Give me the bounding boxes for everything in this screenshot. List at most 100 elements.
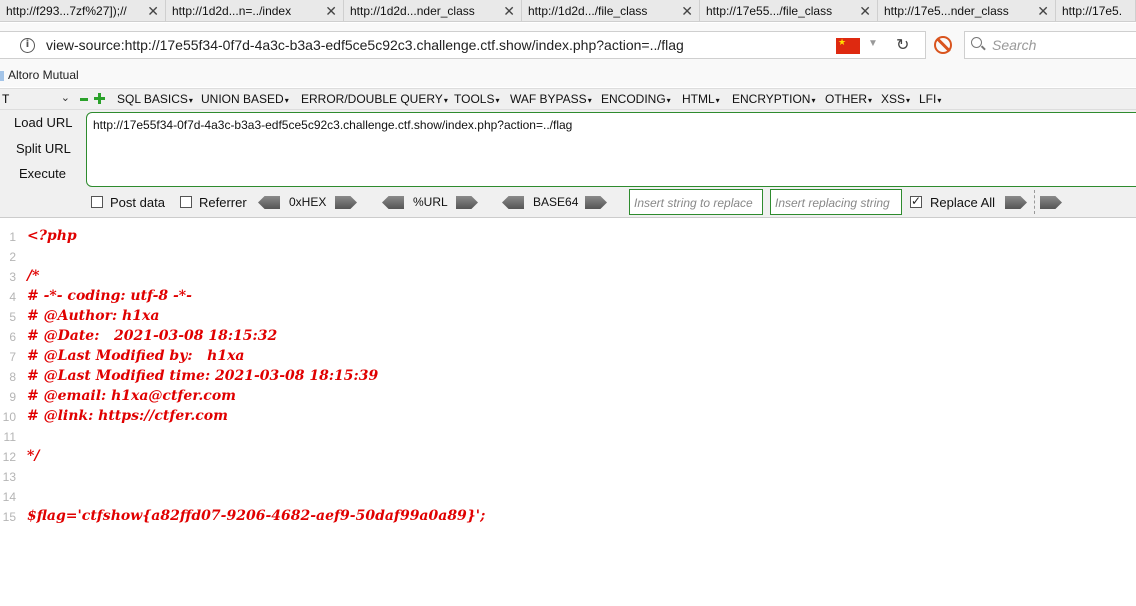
line-number: 4 bbox=[9, 290, 16, 304]
source-line: 7 # @Last Modified by: h1xa bbox=[0, 348, 1136, 368]
source-code: # @link: https://ctfer.com bbox=[27, 408, 228, 424]
china-flag-icon[interactable] bbox=[836, 37, 860, 54]
hackbar-menu-item[interactable]: XSS bbox=[881, 92, 910, 106]
replace-string-input[interactable]: Insert string to replace bbox=[629, 189, 763, 215]
close-icon[interactable]: ✕ bbox=[859, 3, 871, 19]
line-number: 14 bbox=[2, 490, 16, 504]
source-line: 12 */ bbox=[0, 448, 1136, 468]
minus-icon[interactable] bbox=[80, 98, 88, 101]
close-icon[interactable]: ✕ bbox=[681, 3, 693, 19]
source-line: 4 # -*- coding: utf-8 -*- bbox=[0, 288, 1136, 308]
source-code: $flag='ctfshow{a82ffd07-9206-4682-aef9-5… bbox=[27, 508, 486, 524]
close-icon[interactable]: ✕ bbox=[1037, 3, 1049, 19]
tab[interactable]: http://17e5. bbox=[1056, 0, 1136, 21]
info-icon[interactable]: i bbox=[20, 38, 35, 53]
source-code: */ bbox=[27, 448, 40, 464]
reload-icon[interactable]: ↻ bbox=[896, 35, 909, 55]
source-code: # @email: h1xa@ctfer.com bbox=[27, 388, 236, 404]
tab-strip: http://f293...7zf%27]);//✕ http://1d2d...… bbox=[0, 0, 1136, 22]
search-input[interactable]: Search bbox=[964, 31, 1136, 59]
replace-all-checkbox[interactable] bbox=[910, 194, 922, 208]
source-code: # @Last Modified by: h1xa bbox=[27, 348, 245, 364]
tab[interactable]: http://f293...7zf%27]);// ✕ bbox=[0, 0, 166, 21]
hex-encode-arrow-icon[interactable] bbox=[335, 196, 357, 209]
hackbar-menu-item[interactable]: TOOLS bbox=[454, 92, 499, 106]
source-line: 1 <?php bbox=[0, 228, 1136, 248]
hackbar-url-textarea[interactable]: http://17e55f34-0f7d-4a3c-b3a3-edf5ce5c9… bbox=[86, 112, 1136, 187]
line-number: 9 bbox=[9, 390, 16, 404]
close-icon[interactable]: ✕ bbox=[147, 3, 159, 19]
hackbar-menu-item[interactable]: WAF BYPASS bbox=[510, 92, 592, 106]
replacing-string-input[interactable]: Insert replacing string bbox=[770, 189, 902, 215]
source-code: # @Date: 2021-03-08 18:15:32 bbox=[27, 328, 278, 344]
tab[interactable]: http://1d2d.../file_class ✕ bbox=[522, 0, 700, 21]
bookmark-altoro-mutual[interactable]: Altoro Mutual bbox=[8, 68, 79, 82]
close-icon[interactable]: ✕ bbox=[325, 3, 337, 19]
line-number: 11 bbox=[3, 430, 16, 444]
hackbar-menu: T ⌄ SQL BASICS UNION BASED ERROR/DOUBLE QU… bbox=[0, 88, 1136, 110]
source-line: 15 $flag='ctfshow{a82ffd07-9206-4682-aef9… bbox=[0, 508, 1136, 528]
url-decode-arrow-icon[interactable] bbox=[382, 196, 404, 209]
url-encode-arrow-icon[interactable] bbox=[456, 196, 478, 209]
address-bar-url[interactable]: view-source:http://17e55f34-0f7d-4a3c-b3… bbox=[46, 37, 684, 53]
line-number: 12 bbox=[2, 450, 16, 464]
source-line: 11 bbox=[0, 428, 1136, 448]
post-data-checkbox[interactable] bbox=[91, 196, 103, 208]
page-source-view: 1 <?php 2 3 /* 4 # -*- coding: utf-8 -*- 5 # @Au… bbox=[0, 228, 1136, 606]
tab-label: http://1d2d...nder_class bbox=[350, 4, 475, 18]
hackbar-menu-item[interactable]: SQL BASICS bbox=[117, 92, 193, 106]
line-number: 10 bbox=[2, 410, 16, 424]
base64-encode-arrow-icon[interactable] bbox=[585, 196, 607, 209]
tab[interactable]: http://17e55.../file_class ✕ bbox=[700, 0, 878, 21]
replace-next-arrow-icon[interactable] bbox=[1040, 196, 1062, 209]
chevron-down-icon[interactable]: ▼ bbox=[868, 38, 878, 49]
tab-label: http://f293...7zf%27]);// bbox=[6, 4, 127, 18]
source-line: 13 bbox=[0, 468, 1136, 488]
tab-label: http://1d2d...n=../index bbox=[172, 4, 292, 18]
hackbar-menu-item[interactable]: OTHER bbox=[825, 92, 872, 106]
hackbar-menu-item[interactable]: ENCODING bbox=[601, 92, 671, 106]
hackbar-menu-item[interactable]: LFI bbox=[919, 92, 941, 106]
source-line: 2 bbox=[0, 248, 1136, 268]
base64-label: BASE64 bbox=[533, 195, 579, 209]
block-icon[interactable] bbox=[934, 36, 952, 54]
divider bbox=[1034, 190, 1035, 214]
hackbar-select[interactable]: T ⌄ bbox=[0, 91, 74, 108]
source-line: 10 # @link: https://ctfer.com bbox=[0, 408, 1136, 428]
chevron-down-icon: ⌄ bbox=[60, 92, 70, 104]
source-code: # -*- coding: utf-8 -*- bbox=[27, 288, 192, 304]
hackbar-menu-item[interactable]: ENCRYPTION bbox=[732, 92, 815, 106]
bookmark-icon bbox=[0, 71, 4, 81]
address-bar[interactable]: i view-source:http://17e55f34-0f7d-4a3c-… bbox=[0, 31, 926, 59]
hackbar-menu-item[interactable]: HTML bbox=[682, 92, 720, 106]
tab[interactable]: http://1d2d...nder_class ✕ bbox=[344, 0, 522, 21]
tab-label: http://17e5...nder_class bbox=[884, 4, 1009, 18]
hex-decode-arrow-icon[interactable] bbox=[258, 196, 280, 209]
line-number: 15 bbox=[2, 510, 16, 524]
navigation-toolbar: i view-source:http://17e55f34-0f7d-4a3c-… bbox=[0, 23, 1136, 65]
base64-decode-arrow-icon[interactable] bbox=[502, 196, 524, 209]
search-icon bbox=[971, 37, 982, 48]
source-line: 3 /* bbox=[0, 268, 1136, 288]
line-number: 5 bbox=[9, 310, 16, 324]
load-url-button[interactable]: Load URL bbox=[14, 115, 73, 130]
execute-button[interactable]: Execute bbox=[19, 166, 66, 181]
url-encode-label: %URL bbox=[413, 195, 448, 209]
tab[interactable]: http://1d2d...n=../index ✕ bbox=[166, 0, 344, 21]
source-code: # @Author: h1xa bbox=[27, 308, 160, 324]
plus-icon[interactable] bbox=[94, 93, 106, 105]
close-icon[interactable]: ✕ bbox=[503, 3, 515, 19]
split-url-button[interactable]: Split URL bbox=[16, 141, 71, 156]
line-number: 7 bbox=[9, 350, 16, 364]
search-placeholder: Search bbox=[992, 37, 1037, 53]
hackbar-menu-item[interactable]: ERROR/DOUBLE QUERY bbox=[301, 92, 448, 106]
tab[interactable]: http://17e5...nder_class ✕ bbox=[878, 0, 1056, 21]
replace-arrow-icon[interactable] bbox=[1005, 196, 1027, 209]
line-number: 1 bbox=[9, 230, 16, 244]
post-data-label: Post data bbox=[110, 195, 165, 210]
hackbar-menu-item[interactable]: UNION BASED bbox=[201, 92, 289, 106]
line-number: 13 bbox=[2, 470, 16, 484]
source-line: 5 # @Author: h1xa bbox=[0, 308, 1136, 328]
referrer-checkbox[interactable] bbox=[180, 196, 192, 208]
source-line: 8 # @Last Modified time: 2021-03-08 18:15… bbox=[0, 368, 1136, 388]
